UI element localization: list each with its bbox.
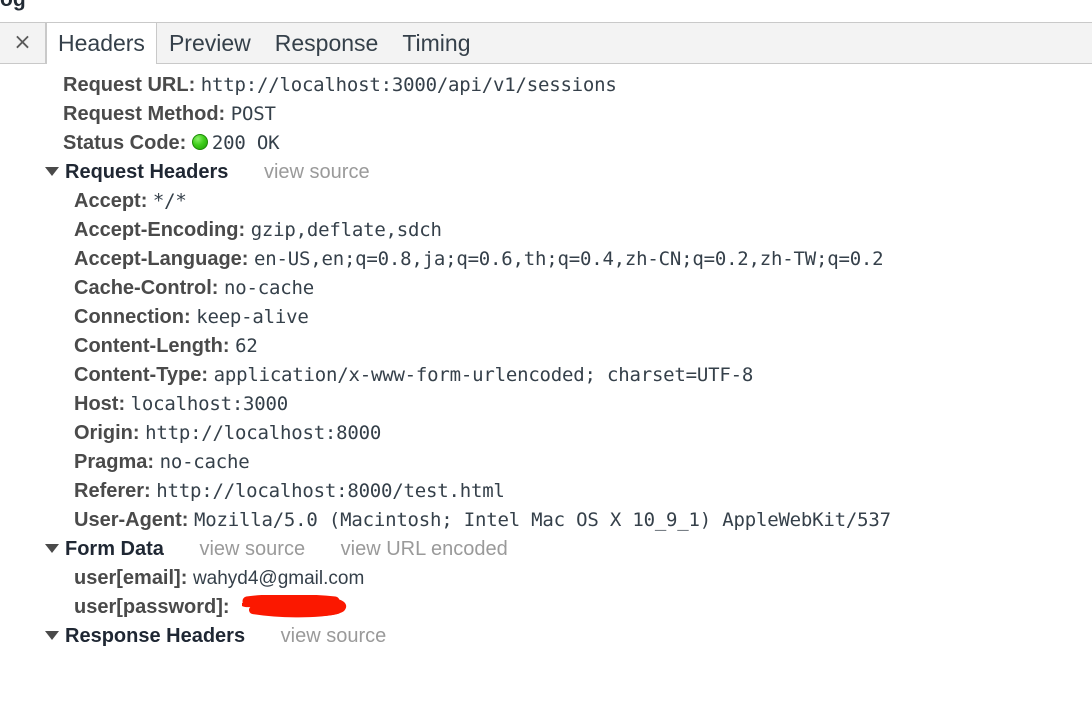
header-row-origin: Origin: http://localhost:8000	[0, 419, 1092, 448]
chevron-down-icon[interactable]	[45, 543, 59, 553]
tab-preview[interactable]: Preview	[157, 23, 263, 63]
header-value: */*	[152, 190, 187, 212]
form-row-user-email: user[email]: wahyd4@gmail.com	[0, 564, 1092, 593]
form-data-view-url-encoded-link[interactable]: view URL encoded	[341, 538, 508, 560]
request-headers-title: Request Headers	[65, 161, 229, 183]
form-field-value: wahyd4@gmail.com	[192, 568, 365, 589]
request-method-value: POST	[230, 103, 276, 125]
status-code-label: Status Code:	[63, 132, 187, 154]
section-request-headers[interactable]: Request Headers view source	[0, 158, 1092, 187]
chevron-down-icon[interactable]	[45, 630, 59, 640]
header-value: en-US,en;q=0.8,ja;q=0.6,th;q=0.4,zh-CN;q…	[254, 248, 884, 270]
header-value: http://localhost:8000/test.html	[156, 480, 505, 502]
header-row-connection: Connection: keep-alive	[0, 303, 1092, 332]
header-value: keep-alive	[196, 306, 309, 328]
header-name: Cache-Control:	[74, 277, 219, 299]
response-headers-title: Response Headers	[65, 625, 246, 647]
status-code-value: 200 OK	[211, 132, 280, 154]
header-name: Connection:	[74, 306, 191, 328]
header-row-host: Host: localhost:3000	[0, 390, 1092, 419]
header-value: gzip,deflate,sdch	[250, 219, 442, 241]
clipped-top-text: og	[0, 0, 1092, 22]
header-name: Content-Type:	[74, 364, 209, 386]
header-row-referer: Referer: http://localhost:8000/test.html	[0, 477, 1092, 506]
header-value: no-cache	[224, 277, 314, 299]
header-name: Origin:	[74, 422, 140, 444]
response-headers-view-source-link[interactable]: view source	[281, 625, 387, 647]
header-row-pragma: Pragma: no-cache	[0, 448, 1092, 477]
header-value: application/x-www-form-urlencoded; chars…	[213, 364, 754, 386]
header-row-cache-control: Cache-Control: no-cache	[0, 274, 1092, 303]
chevron-down-icon[interactable]	[45, 166, 59, 176]
header-value: http://localhost:8000	[145, 422, 382, 444]
form-field-name: user[password]:	[74, 596, 230, 618]
row-request-url: Request URL: http://localhost:3000/api/v…	[0, 71, 1092, 100]
header-row-content-length: Content-Length: 62	[0, 332, 1092, 361]
header-name: Host:	[74, 393, 126, 415]
header-value: localhost:3000	[130, 393, 289, 415]
request-method-label: Request Method:	[63, 103, 226, 125]
tab-timing[interactable]: Timing	[390, 23, 482, 63]
header-name: Accept-Language:	[74, 248, 249, 270]
request-url-value: http://localhost:3000/api/v1/sessions	[200, 74, 617, 96]
close-icon[interactable]: ×	[13, 32, 31, 54]
header-name: Accept:	[74, 190, 148, 212]
form-data-title: Form Data	[65, 538, 164, 560]
form-field-name: user[email]:	[74, 567, 188, 589]
header-row-accept-encoding: Accept-Encoding: gzip,deflate,sdch	[0, 216, 1092, 245]
header-name: Accept-Encoding:	[74, 219, 246, 241]
form-row-user-password: user[password]:	[0, 593, 1092, 622]
header-row-content-type: Content-Type: application/x-www-form-url…	[0, 361, 1092, 390]
header-row-accept-language: Accept-Language: en-US,en;q=0.8,ja;q=0.6…	[0, 245, 1092, 274]
password-redaction-mark	[237, 594, 349, 619]
row-status-code: Status Code: 200 OK	[0, 129, 1092, 158]
headers-panel-content: Request URL: http://localhost:3000/api/v…	[0, 64, 1092, 718]
header-value: Mozilla/5.0 (Macintosh; Intel Mac OS X 1…	[194, 509, 891, 531]
close-panel-button[interactable]: ×	[0, 23, 46, 63]
tab-response[interactable]: Response	[263, 23, 391, 63]
header-row-user-agent: User-Agent: Mozilla/5.0 (Macintosh; Inte…	[0, 506, 1092, 535]
header-name: User-Agent:	[74, 509, 189, 531]
status-ok-dot-icon	[191, 134, 208, 151]
clipped-top-text-label: og	[0, 0, 26, 12]
header-value: no-cache	[159, 451, 250, 473]
header-name: Pragma:	[74, 451, 155, 473]
header-name: Content-Length:	[74, 335, 230, 357]
form-data-view-source-link[interactable]: view source	[199, 538, 305, 560]
header-value: 62	[235, 335, 258, 357]
devtools-tab-bar: × Headers Preview Response Timing	[0, 22, 1092, 64]
header-row-accept: Accept: */*	[0, 187, 1092, 216]
tab-headers[interactable]: Headers	[46, 23, 157, 64]
header-name: Referer:	[74, 480, 151, 502]
request-headers-view-source-link[interactable]: view source	[264, 161, 370, 183]
section-form-data[interactable]: Form Data view source view URL encoded	[0, 535, 1092, 564]
row-request-method: Request Method: POST	[0, 100, 1092, 129]
request-url-label: Request URL:	[63, 74, 196, 96]
section-response-headers[interactable]: Response Headers view source	[0, 622, 1092, 651]
